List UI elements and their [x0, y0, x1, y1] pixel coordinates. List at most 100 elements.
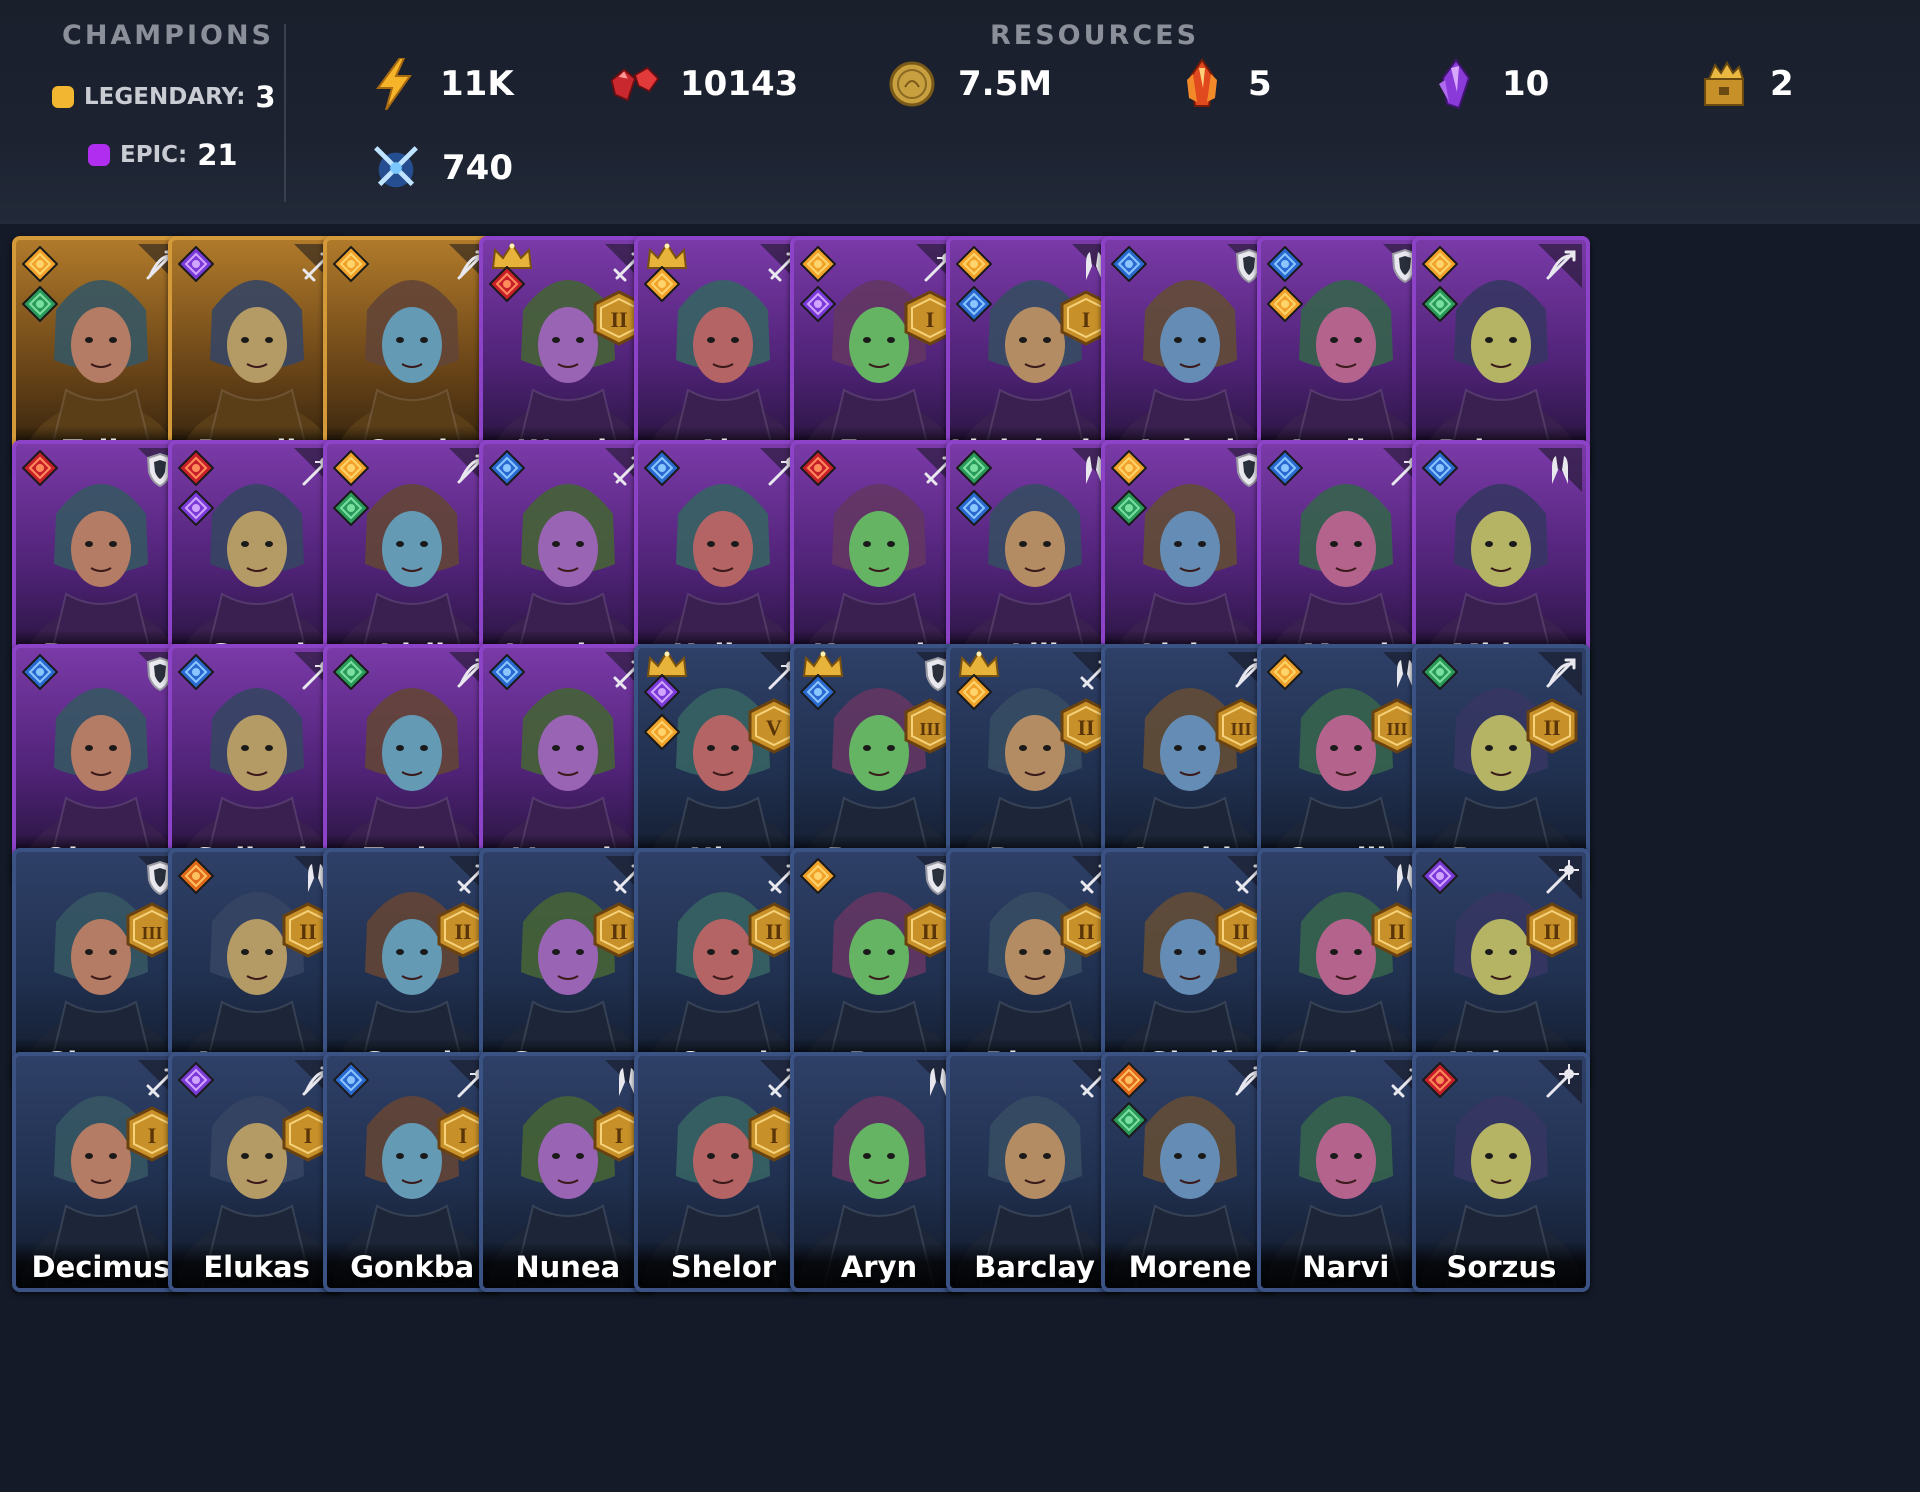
resource-arena[interactable]: 740 [370, 142, 513, 194]
sun-affinity-icon [332, 245, 370, 283]
arcane-affinity-icon [177, 1061, 215, 1099]
resource-energy[interactable]: 11K [368, 58, 514, 110]
fire-affinity-icon [177, 449, 215, 487]
sun-affinity-icon [1266, 285, 1304, 323]
archer-class-icon [1538, 244, 1583, 288]
resource-gold-chest[interactable]: 2 [1698, 58, 1794, 110]
svg-text:I: I [926, 307, 935, 332]
sun-affinity-icon [799, 857, 837, 895]
svg-text:I: I [148, 1123, 157, 1148]
svg-text:I: I [303, 1123, 312, 1148]
arena-value: 740 [442, 148, 513, 188]
champion-name: Morene [1128, 1250, 1252, 1284]
resource-purple-crystal[interactable]: 10 [1430, 58, 1549, 110]
ember-affinity-icon [1110, 1061, 1148, 1099]
champion-name: Gonkba [350, 1250, 475, 1284]
svg-text:II: II [921, 919, 938, 944]
tide-affinity-icon [177, 653, 215, 691]
archer-class-icon [1538, 652, 1583, 696]
fire-affinity-icon [488, 265, 526, 303]
ascension-badge-icon: II [1526, 698, 1578, 754]
forest-affinity-icon [955, 449, 993, 487]
svg-text:III: III [141, 923, 162, 943]
fire-affinity-icon [21, 449, 59, 487]
sun-affinity-icon [1110, 449, 1148, 487]
svg-text:III: III [1231, 719, 1252, 739]
sun-affinity-icon [799, 245, 837, 283]
forest-affinity-icon [1110, 489, 1148, 527]
resource-fire-crystal[interactable]: 5 [1176, 58, 1272, 110]
gold-coin-icon [886, 58, 938, 110]
sun-affinity-icon [1266, 653, 1304, 691]
crossed-swords-icon [370, 142, 422, 194]
legendary-count-row: LEGENDARY: 3 [52, 80, 276, 114]
fire-affinity-icon [1421, 1061, 1459, 1099]
resource-rubies[interactable]: 10143 [608, 58, 798, 110]
champion-name: Elukas [203, 1250, 310, 1284]
champion-card-decimus[interactable]: I Decimus [12, 1052, 190, 1292]
champion-card-narvi[interactable]: Narvi [1256, 1052, 1435, 1292]
forest-affinity-icon [1421, 653, 1459, 691]
epic-count-row: EPIC: 21 [88, 138, 238, 172]
gold-chest-icon [1698, 58, 1750, 110]
fire-crystal-icon [1176, 58, 1228, 110]
svg-text:I: I [615, 1123, 624, 1148]
champion-name: Sorzus [1446, 1250, 1557, 1284]
svg-text:III: III [919, 719, 940, 739]
legendary-count: 3 [255, 80, 276, 114]
forest-affinity-icon [332, 653, 370, 691]
champion-card-aryn[interactable]: Aryn [790, 1052, 968, 1292]
tide-affinity-icon [955, 285, 993, 323]
tide-affinity-icon [488, 653, 526, 691]
resource-gold[interactable]: 7.5M [886, 58, 1052, 110]
mage-class-icon [1538, 856, 1583, 900]
tide-affinity-icon [799, 673, 837, 711]
champion-card-shelor[interactable]: I Shelor [634, 1052, 813, 1292]
arcane-affinity-icon [643, 673, 681, 711]
champion-card-elukas[interactable]: I Elukas [167, 1052, 346, 1292]
support-class-icon [1538, 448, 1583, 492]
energy-bolt-icon [368, 58, 420, 110]
svg-text:III: III [1386, 719, 1407, 739]
tide-affinity-icon [21, 653, 59, 691]
tide-affinity-icon [643, 449, 681, 487]
champion-card-gonkba[interactable]: I Gonkba [323, 1052, 502, 1292]
ember-affinity-icon [177, 857, 215, 895]
champion-card-sorzus[interactable]: Sorzus [1412, 1052, 1591, 1292]
champion-roster-screen: CHAMPIONS RESOURCES LEGENDARY: 3 EPIC: 2… [0, 0, 1920, 1492]
champion-card-morene[interactable]: Morene [1101, 1052, 1280, 1292]
svg-text:II: II [1544, 919, 1561, 944]
epic-label: EPIC: [120, 142, 188, 168]
svg-text:V: V [766, 715, 782, 740]
sun-affinity-icon [643, 713, 681, 751]
epic-dot-icon [88, 144, 110, 166]
gold-chest-value: 2 [1770, 64, 1794, 104]
rubies-value: 10143 [680, 64, 799, 104]
arcane-affinity-icon [1421, 857, 1459, 895]
tide-affinity-icon [1266, 245, 1304, 283]
svg-text:II: II [1544, 715, 1561, 740]
tide-affinity-icon [955, 489, 993, 527]
svg-text:I: I [459, 1123, 468, 1148]
purple-crystal-icon [1430, 58, 1482, 110]
champion-name: Shelor [670, 1250, 777, 1284]
gold-value: 7.5M [958, 64, 1053, 104]
svg-text:II: II [1388, 919, 1405, 944]
svg-text:II: II [1077, 715, 1094, 740]
energy-value: 11K [440, 64, 514, 104]
champion-card-barclay[interactable]: Barclay [945, 1052, 1124, 1292]
sun-affinity-icon [955, 245, 993, 283]
arcane-affinity-icon [177, 489, 215, 527]
legendary-label: LEGENDARY: [84, 84, 246, 110]
tide-affinity-icon [332, 1061, 370, 1099]
champion-card-nunea[interactable]: I Nunea [478, 1052, 657, 1292]
resources-title: RESOURCES [990, 20, 1200, 51]
tide-affinity-icon [1421, 449, 1459, 487]
mage-class-icon [1538, 1060, 1583, 1104]
sun-affinity-icon [1421, 245, 1459, 283]
svg-text:II: II [1233, 919, 1250, 944]
champions-title: CHAMPIONS [62, 20, 275, 51]
fire-affinity-icon [799, 449, 837, 487]
svg-text:I: I [770, 1123, 779, 1148]
legendary-dot-icon [52, 86, 74, 108]
